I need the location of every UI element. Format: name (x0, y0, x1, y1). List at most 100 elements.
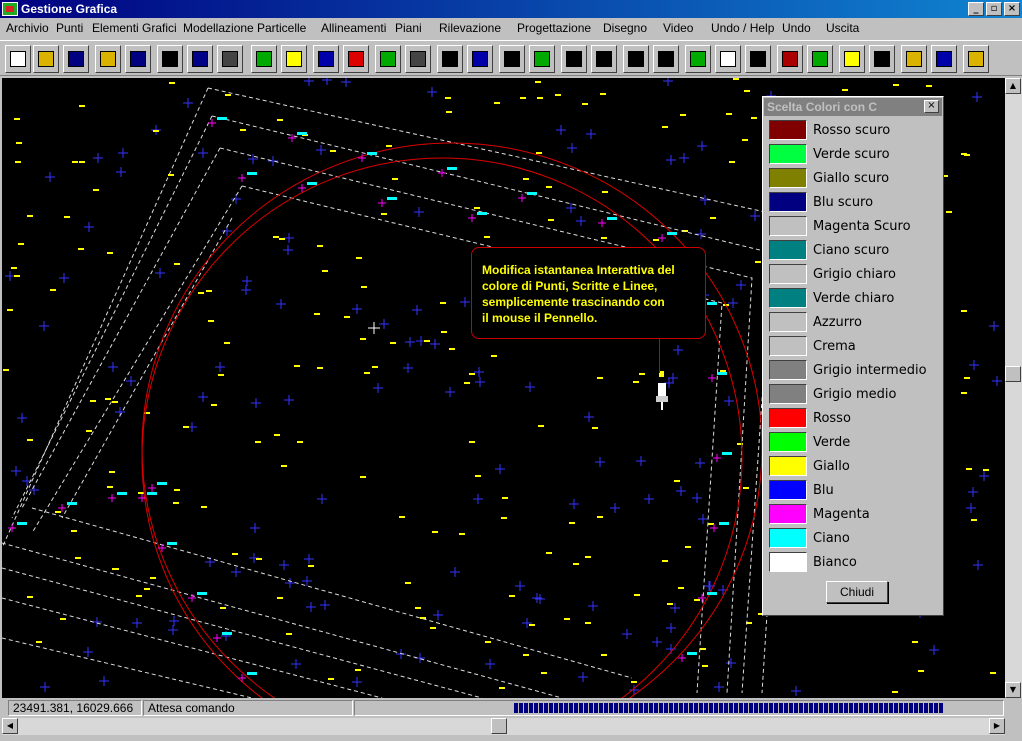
menu-archivio[interactable]: Archivio (6, 21, 49, 35)
chiudi-button[interactable]: Chiudi (826, 581, 888, 603)
menu-undo-help[interactable]: Undo / Help (711, 21, 774, 35)
color-swatch[interactable] (769, 480, 807, 500)
color-swatch[interactable] (769, 216, 807, 236)
zoom-button[interactable] (561, 45, 587, 73)
color-option[interactable]: Rosso scuro (769, 119, 890, 141)
color-swatch[interactable] (769, 336, 807, 356)
save-settings-button[interactable] (931, 45, 957, 73)
terrain-button[interactable] (375, 45, 401, 73)
exit-door-button[interactable] (963, 45, 989, 73)
vertical-scrollbar[interactable]: ▲ ▼ (1005, 78, 1022, 698)
color-option[interactable]: Azzurro (769, 311, 862, 333)
color-swatch[interactable] (769, 552, 807, 572)
menu-progettazione[interactable]: Progettazione (517, 21, 591, 35)
globe-button[interactable] (529, 45, 555, 73)
horizontal-scroll-thumb[interactable] (491, 718, 507, 734)
layers-button[interactable] (281, 45, 307, 73)
menu-disegno[interactable]: Disegno (603, 21, 647, 35)
move-button[interactable] (499, 45, 525, 73)
menu-particelle[interactable]: Particelle (257, 21, 306, 35)
macro-button[interactable] (157, 45, 183, 73)
color-swatch[interactable] (769, 360, 807, 380)
minimize-button[interactable]: _ (968, 2, 984, 16)
menu-modellazione[interactable]: Modellazione (183, 21, 254, 35)
color-swatch[interactable] (769, 120, 807, 140)
color-swatch[interactable] (769, 240, 807, 260)
color-swatch[interactable] (769, 384, 807, 404)
palette-close-button[interactable]: × (924, 100, 939, 113)
color-palette-window[interactable]: Scelta Colori con C × Rosso scuro Verde s… (762, 96, 944, 616)
palette-title[interactable]: Scelta Colori con C (764, 98, 942, 116)
menu-video[interactable]: Video (663, 21, 693, 35)
polygon-button[interactable] (343, 45, 369, 73)
color-option[interactable]: Rosso (769, 407, 851, 429)
scroll-down-icon[interactable]: ▼ (1005, 682, 1021, 698)
save-disk-button[interactable] (63, 45, 89, 73)
zoom-window-button[interactable] (653, 45, 679, 73)
color-option[interactable]: Ciano (769, 527, 850, 549)
color-swatch[interactable] (769, 312, 807, 332)
vertical-scroll-thumb[interactable] (1005, 366, 1021, 382)
color-swatch[interactable] (769, 456, 807, 476)
points-button[interactable] (187, 45, 213, 73)
color-option[interactable]: Grigio intermedio (769, 359, 927, 381)
horizontal-scrollbar[interactable]: ◀ ▶ (2, 718, 1005, 735)
color-option[interactable]: Verde (769, 431, 850, 453)
menu-elementi-grafici[interactable]: Elementi Grafici (92, 21, 177, 35)
open-folder-button[interactable] (33, 45, 59, 73)
color-option[interactable]: Giallo scuro (769, 167, 889, 189)
close-button[interactable]: × (1004, 2, 1020, 16)
curve-button[interactable] (217, 45, 243, 73)
pan-hand-button[interactable] (623, 45, 649, 73)
section-button[interactable] (467, 45, 493, 73)
profile-button[interactable] (405, 45, 431, 73)
color-option[interactable]: Grigio chiaro (769, 263, 896, 285)
eraser-button[interactable] (839, 45, 865, 73)
map-button[interactable] (251, 45, 277, 73)
settings-button[interactable] (901, 45, 927, 73)
menu-punti[interactable]: Punti (56, 21, 83, 35)
new-file-button[interactable] (5, 45, 31, 73)
menu-undo[interactable]: Undo (782, 21, 811, 35)
color-option[interactable]: Giallo (769, 455, 850, 477)
menu-uscita[interactable]: Uscita (826, 21, 859, 35)
color-swatch[interactable] (769, 168, 807, 188)
scroll-up-icon[interactable]: ▲ (1005, 78, 1021, 94)
color-option[interactable]: Blu (769, 479, 834, 501)
menu-rilevazione[interactable]: Rilevazione (439, 21, 501, 35)
color-swatch[interactable] (769, 288, 807, 308)
color-option[interactable]: Bianco (769, 551, 857, 573)
back-arrow-button[interactable] (685, 45, 711, 73)
books-button[interactable] (777, 45, 803, 73)
grid-button[interactable] (437, 45, 463, 73)
open-archive-button[interactable] (95, 45, 121, 73)
color-swatch[interactable] (769, 264, 807, 284)
save-archive-button[interactable] (125, 45, 151, 73)
color-swatch[interactable] (769, 144, 807, 164)
color-option[interactable]: Ciano scuro (769, 239, 889, 261)
color-option[interactable]: Verde scuro (769, 143, 890, 165)
color-option[interactable]: Grigio medio (769, 383, 896, 405)
color-option[interactable]: Verde chiaro (769, 287, 894, 309)
list-button[interactable] (745, 45, 771, 73)
color-option[interactable]: Magenta (769, 503, 870, 525)
polyline-button[interactable] (313, 45, 339, 73)
color-option[interactable]: Crema (769, 335, 856, 357)
color-swatch[interactable] (769, 192, 807, 212)
scroll-right-icon[interactable]: ▶ (989, 718, 1005, 734)
undo-button[interactable] (869, 45, 895, 73)
color-swatch[interactable] (769, 432, 807, 452)
menu-piani[interactable]: Piani (395, 21, 422, 35)
blank-button[interactable] (715, 45, 741, 73)
menu-allineamenti[interactable]: Allineamenti (321, 21, 386, 35)
color-grid-icon (812, 51, 828, 67)
color-option[interactable]: Blu scuro (769, 191, 873, 213)
color-swatch[interactable] (769, 528, 807, 548)
color-swatch[interactable] (769, 408, 807, 428)
level-button[interactable] (591, 45, 617, 73)
color-option[interactable]: Magenta Scuro (769, 215, 911, 237)
color-grid-button[interactable] (807, 45, 833, 73)
maximize-button[interactable]: ▫ (986, 2, 1002, 16)
scroll-left-icon[interactable]: ◀ (2, 718, 18, 734)
color-swatch[interactable] (769, 504, 807, 524)
